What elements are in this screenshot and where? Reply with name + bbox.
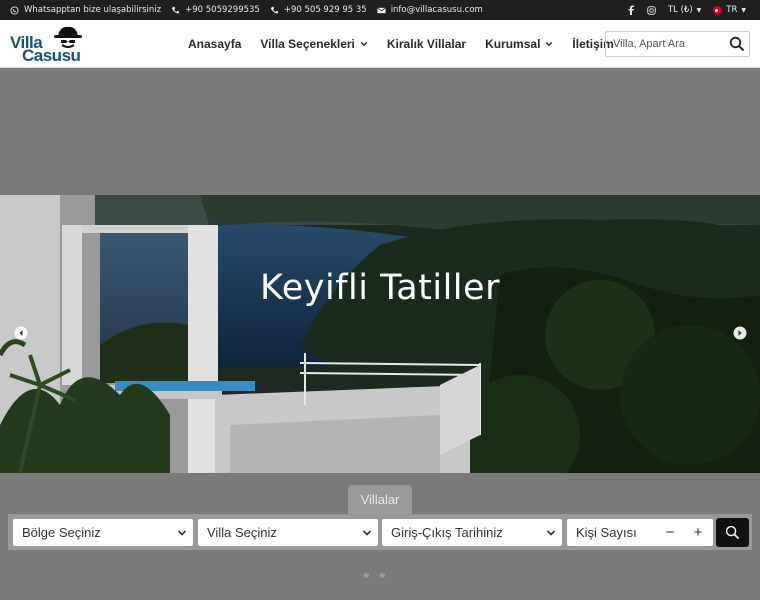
guest-decrement-button[interactable]: − (659, 519, 681, 546)
guest-count-stepper: Kişi Sayısı − + (567, 519, 713, 546)
phone-icon (270, 6, 278, 13)
language-selector[interactable]: TR ▼ (713, 5, 746, 15)
guest-increment-button[interactable]: + (687, 519, 709, 546)
phone-link-1[interactable]: +90 5059299535 (171, 5, 260, 15)
site-header: Villa Casusu Anasayfa Villa Seçenekleri … (0, 20, 760, 68)
currency-selector[interactable]: TL (₺) ▼ (668, 5, 701, 15)
instagram-icon[interactable] (647, 5, 656, 15)
email-link[interactable]: info@villacasusu.com (376, 5, 483, 15)
date-range-label: Giriş-Çıkış Tarihiniz (391, 525, 503, 540)
chevron-down-icon (177, 530, 187, 536)
main-nav: Anasayfa Villa Seçenekleri Kiralık Villa… (188, 20, 633, 68)
phone-number-1: +90 5059299535 (185, 5, 260, 15)
nav-label: Kurumsal (485, 37, 541, 51)
whatsapp-contact[interactable]: Whatsapptan bize ulaşabilirsiniz (10, 5, 161, 15)
whatsapp-icon (10, 5, 19, 15)
search-icon[interactable] (729, 36, 745, 52)
chevron-down-icon (362, 530, 372, 536)
villa-select-label: Villa Seçiniz (207, 525, 277, 540)
top-bar: Whatsapptan bize ulaşabilirsiniz +90 505… (0, 0, 760, 20)
nav-label: Villa Seçenekleri (260, 37, 355, 51)
date-range-select[interactable]: Giriş-Çıkış Tarihiniz (382, 519, 562, 546)
nav-item-rental-villas[interactable]: Kiralık Villalar (387, 37, 466, 51)
nav-item-villa-options[interactable]: Villa Seçenekleri (260, 37, 368, 51)
carousel-prev-icon[interactable] (14, 326, 28, 340)
nav-label: Anasayfa (188, 37, 242, 51)
turkey-flag-icon (713, 5, 723, 15)
site-logo[interactable]: Villa Casusu (8, 23, 88, 65)
nav-label: Kiralık Villalar (386, 37, 467, 51)
nav-item-home[interactable]: Anasayfa (188, 37, 241, 51)
envelope-icon (376, 7, 386, 13)
guest-count-label: Kişi Sayısı (576, 525, 637, 540)
caret-down-icon: ▼ (741, 6, 746, 14)
region-select[interactable]: Bölge Seçiniz (13, 519, 193, 546)
search-icon (725, 525, 740, 540)
hero-image (0, 195, 760, 473)
carousel-indicators (364, 573, 385, 578)
chevron-down-icon (546, 530, 556, 536)
sea-view-villa-illustration (0, 195, 760, 473)
search-submit-button[interactable] (716, 518, 749, 547)
caret-down-icon: ▼ (696, 6, 702, 14)
phone-number-2: +90 505 929 95 35 (283, 5, 367, 15)
phone-icon (172, 6, 180, 13)
villa-select[interactable]: Villa Seçiniz (198, 519, 378, 546)
chevron-down-icon (546, 41, 553, 47)
carousel-dot[interactable] (364, 573, 369, 578)
currency-label: TL (₺) (667, 5, 693, 15)
language-label: TR (726, 5, 738, 15)
header-search (605, 31, 750, 57)
email-address: info@villacasusu.com (390, 5, 483, 15)
chevron-down-icon (360, 41, 368, 47)
facebook-icon[interactable] (627, 5, 635, 15)
region-select-label: Bölge Seçiniz (22, 525, 101, 540)
phone-link-2[interactable]: +90 505 929 95 35 (270, 5, 367, 15)
logo-text-casusu: Casusu (22, 46, 81, 65)
carousel-next-icon[interactable] (733, 326, 747, 340)
search-input[interactable] (606, 32, 724, 56)
hero-upper-band (0, 68, 760, 195)
tab-villas[interactable]: Villalar (348, 485, 412, 514)
nav-item-corporate[interactable]: Kurumsal (485, 37, 553, 51)
carousel-dot[interactable] (380, 573, 385, 578)
whatsapp-text: Whatsapptan bize ulaşabilirsiniz (24, 5, 162, 15)
hero-title: Keyifli Tatiller (260, 268, 500, 308)
